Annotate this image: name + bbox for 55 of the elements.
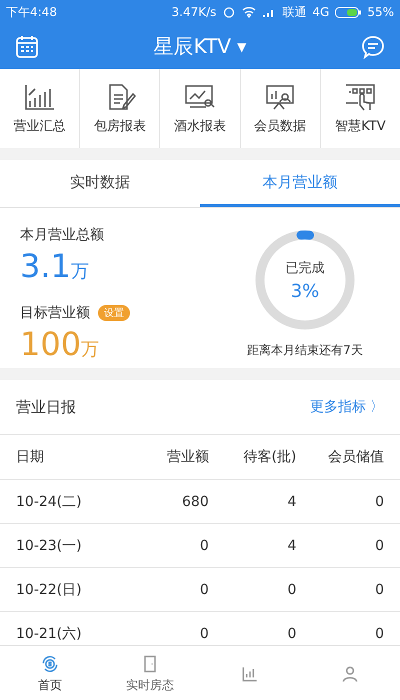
table-cell-text: 10-22(日)	[16, 580, 83, 598]
refresh-coin-icon	[40, 654, 60, 674]
battery-percent: 55%	[367, 5, 394, 19]
completion-percent: 3%	[290, 280, 320, 302]
target-amount: 100万	[20, 324, 100, 365]
touch-panel-icon	[344, 82, 376, 110]
monitor-chart-icon	[184, 82, 216, 110]
nav-tab[interactable]: 首页	[0, 646, 100, 700]
column-header: 营业额	[166, 448, 209, 466]
more-link[interactable]: 更多指标 〉	[310, 398, 384, 416]
table-cell-text: 4	[286, 538, 296, 554]
shortcut-item[interactable]: 智慧KTV	[320, 69, 400, 148]
chat-icon[interactable]	[360, 34, 386, 60]
table-cell-text: 680	[181, 494, 209, 510]
calendar-icon[interactable]	[14, 34, 40, 60]
table-cell-text: 0	[374, 582, 384, 598]
table-cell-text: 0	[374, 626, 384, 642]
section-title: 营业日报	[16, 398, 76, 416]
progress-fill	[296, 230, 314, 240]
presentation-person-icon	[264, 82, 296, 110]
table-cell-text: 0	[198, 626, 209, 642]
shortcut-item[interactable]: 营业汇总	[0, 69, 80, 148]
table-cell-text: 10-21(六)	[16, 624, 83, 642]
battery-icon	[335, 6, 362, 18]
dropdown-icon[interactable]: ▼	[237, 40, 246, 54]
days-remaining: 距离本月结束还有7天	[247, 342, 363, 359]
ring-label: 已完成	[286, 260, 324, 276]
table-cell-text: 0	[198, 582, 209, 598]
shortcut-item[interactable]: 酒水报表	[160, 69, 241, 148]
nav-tab[interactable]: 实时房态	[100, 646, 200, 700]
carrier-name: 联通	[282, 4, 306, 20]
column-header: 待客(批)	[242, 448, 296, 466]
total-amount: 3.1万	[20, 246, 90, 287]
network-speed: 3.47K/s	[172, 5, 216, 19]
table-cell-text: 0	[374, 494, 384, 510]
target-label: 目标营业额	[20, 304, 90, 322]
table-cell-text: 0	[286, 582, 296, 598]
total-label: 本月营业总额	[20, 226, 105, 244]
shortcut-item[interactable]: 会员数据	[240, 69, 321, 148]
column-header: 会员储值	[327, 448, 384, 466]
table-cell-text: 0	[286, 626, 296, 642]
table-cell-text: 10-24(二)	[16, 492, 83, 510]
tab[interactable]: 实时数据	[0, 160, 200, 207]
status-time: 下午4:48	[6, 4, 57, 20]
table-cell-text: 10-23(一)	[16, 536, 83, 554]
table-cell-text: 0	[198, 538, 209, 554]
column-header: 日期	[16, 448, 45, 466]
table-cell-text: 0	[374, 538, 384, 554]
store-title[interactable]: 星辰KTV	[154, 33, 232, 60]
wifi-icon	[242, 6, 256, 18]
person-icon	[340, 664, 360, 684]
shortcut-item[interactable]: 包房报表	[80, 69, 160, 148]
network-type: 4G	[312, 5, 330, 19]
table-cell-text: 4	[286, 494, 296, 510]
bar-chart-icon	[24, 82, 56, 110]
